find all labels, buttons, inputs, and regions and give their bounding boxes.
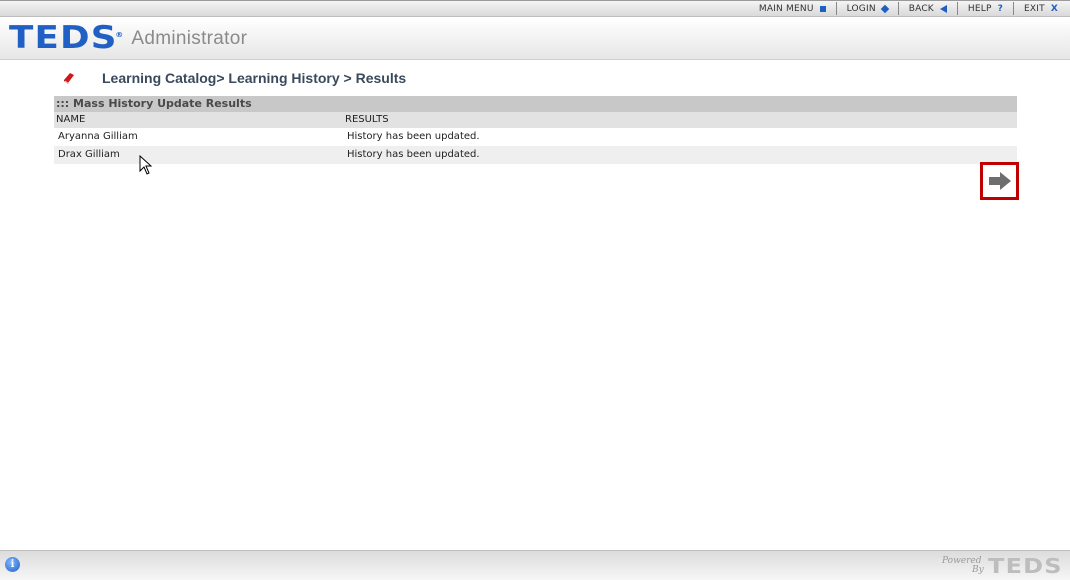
help-link[interactable]: HELP ?: [958, 2, 1015, 15]
breadcrumb: Learning Catalog> Learning History > Res…: [62, 68, 406, 88]
results-panel: ::: Mass History Update Results NAME RES…: [54, 96, 1017, 164]
column-header-name: NAME: [56, 114, 86, 125]
table-row: Aryanna Gilliam History has been updated…: [54, 128, 1017, 146]
row-name: Drax Gilliam: [58, 149, 120, 160]
panel-title: ::: Mass History Update Results: [54, 96, 1017, 112]
footer-logo: TEDS: [987, 554, 1063, 578]
main-menu-link[interactable]: MAIN MENU: [749, 2, 837, 15]
mouse-cursor-icon: [139, 155, 153, 175]
app-title: Administrator: [131, 27, 248, 49]
table-row: Drax Gilliam History has been updated.: [54, 146, 1017, 164]
close-icon: X: [1050, 3, 1058, 14]
column-header-results: RESULTS: [345, 114, 389, 125]
top-nav-bar: MAIN MENU LOGIN BACK HELP ? EXIT X: [0, 0, 1070, 17]
powered-by: Powered By TEDS: [942, 554, 1064, 578]
book-icon: [64, 73, 74, 85]
row-result: History has been updated.: [347, 131, 480, 142]
exit-link[interactable]: EXIT X: [1014, 2, 1066, 15]
login-link[interactable]: LOGIN: [837, 2, 899, 15]
breadcrumb-text: Learning Catalog> Learning History > Res…: [102, 70, 407, 86]
square-icon: [819, 5, 826, 12]
row-result: History has been updated.: [347, 149, 480, 160]
table-header: NAME RESULTS: [54, 112, 1017, 128]
info-icon[interactable]: i: [5, 557, 20, 572]
teds-logo: TEDS®: [9, 20, 125, 56]
arrow-right-icon: [988, 172, 1011, 190]
row-name: Aryanna Gilliam: [58, 131, 138, 142]
diamond-icon: [880, 4, 889, 13]
app-footer: i Powered By TEDS: [0, 550, 1070, 580]
app-header: TEDS® Administrator: [0, 18, 1070, 60]
question-icon: ?: [997, 3, 1004, 14]
next-button[interactable]: [980, 162, 1019, 200]
back-link[interactable]: BACK: [899, 2, 958, 15]
back-arrow-icon: [939, 4, 947, 13]
by-label: By: [971, 565, 984, 575]
